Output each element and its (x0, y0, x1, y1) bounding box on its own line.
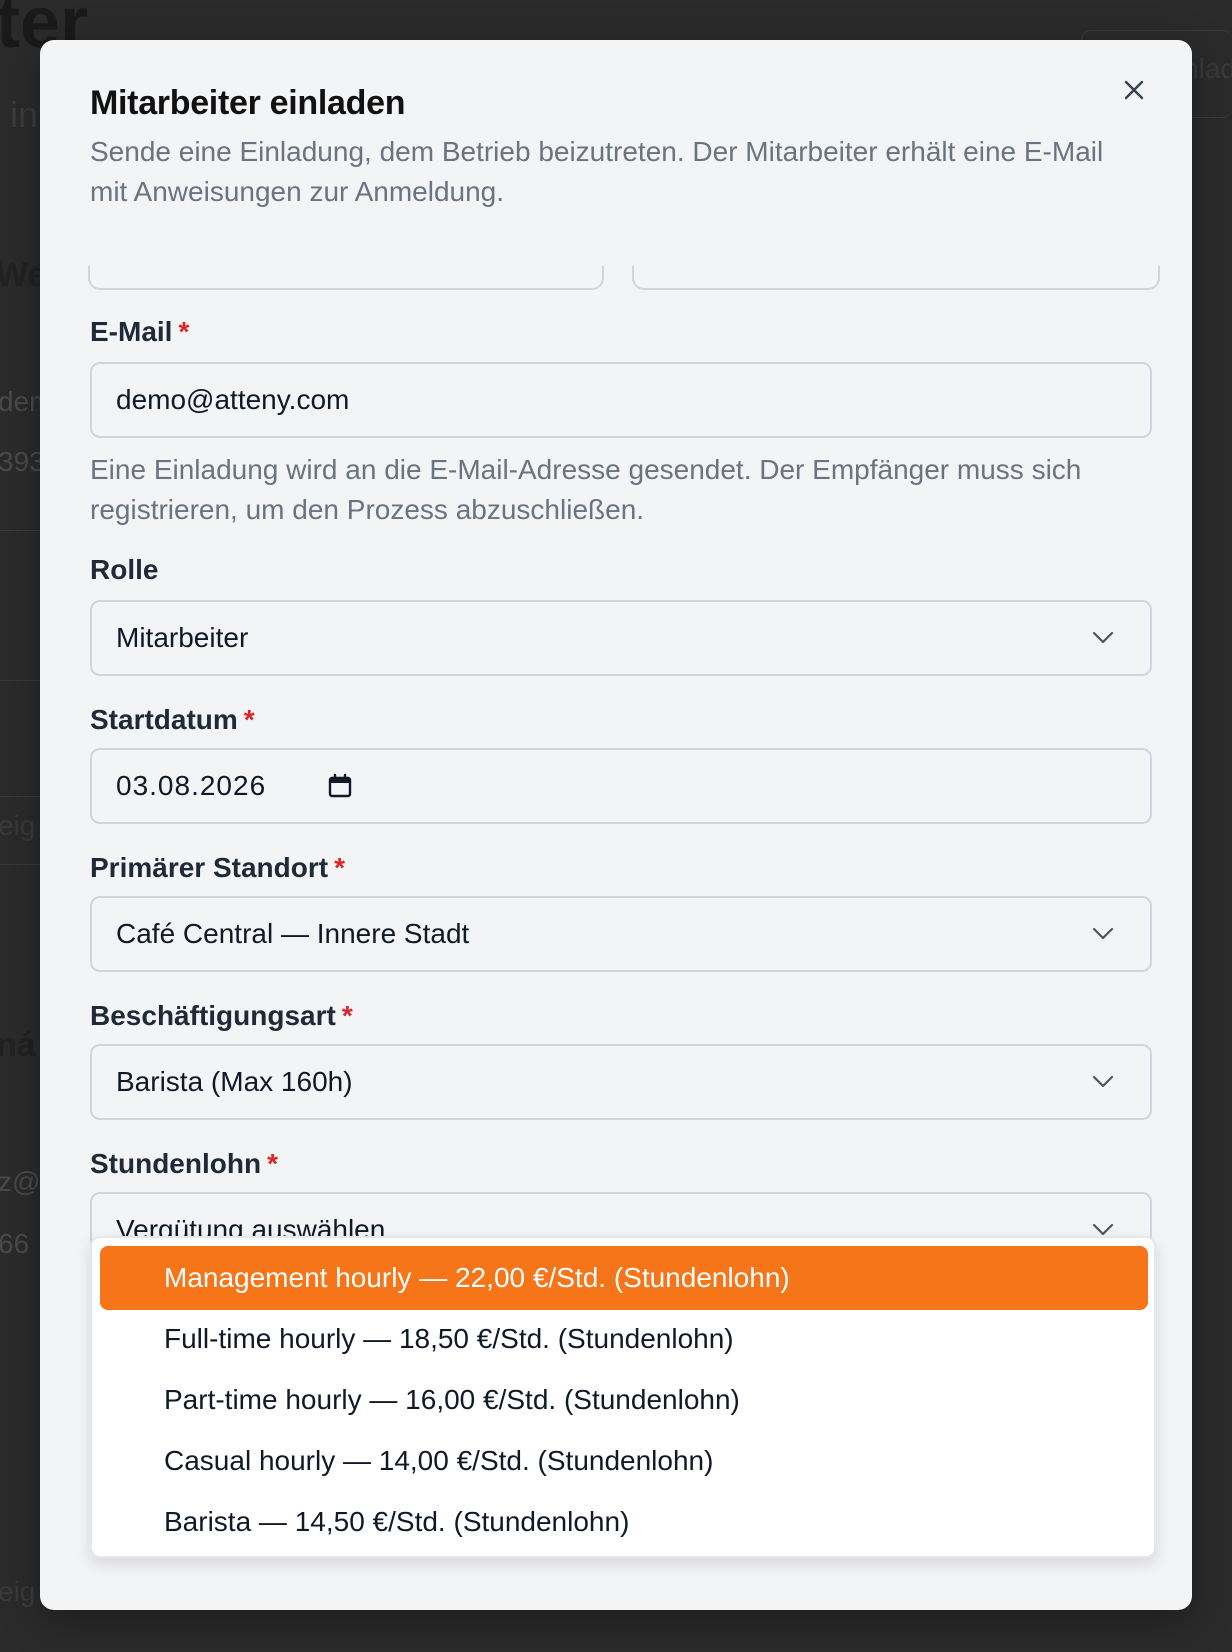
clipped-field-bottom (632, 266, 1160, 290)
bg-subtitle-fragment: in (10, 94, 39, 135)
bg-divider (0, 796, 40, 797)
wage-label: Stundenlohn * (90, 1148, 278, 1180)
wage-label-text: Stundenlohn (90, 1148, 262, 1179)
role-label: Rolle (90, 554, 158, 586)
start-date-value: 03.08.2026 (116, 770, 267, 801)
required-mark: * (267, 1148, 278, 1179)
bg-divider (0, 680, 40, 681)
chevron-down-icon (1092, 927, 1114, 940)
role-select[interactable]: Mitarbeiter (90, 600, 1152, 676)
employment-type-label: Beschäftigungsart * (90, 1000, 353, 1032)
bg-text-fragment: z@ (0, 1166, 41, 1197)
bg-text-fragment: 393 (0, 446, 45, 477)
email-value: demo@atteny.com (116, 384, 350, 415)
chevron-down-icon (1092, 1223, 1114, 1236)
bg-button-fragment: eig (0, 810, 36, 841)
clipped-field-bottom (88, 266, 604, 290)
start-date-label: Startdatum * (90, 704, 255, 736)
bg-divider (0, 864, 40, 865)
bg-text-fragment: 66 (0, 1228, 30, 1259)
start-date-label-text: Startdatum (90, 704, 238, 735)
bg-button-fragment: eig (0, 1576, 36, 1607)
wage-option-full-time[interactable]: Full-time hourly — 18,50 €/Std. (Stunden… (100, 1307, 1148, 1371)
chevron-down-icon (1092, 631, 1114, 644)
required-mark: * (334, 852, 345, 883)
role-label-text: Rolle (90, 554, 159, 585)
wage-option-part-time[interactable]: Part-time hourly — 16,00 €/Std. (Stunden… (100, 1368, 1148, 1432)
email-label: E-Mail * (90, 316, 189, 348)
employment-type-select[interactable]: Barista (Max 160h) (90, 1044, 1152, 1120)
role-value: Mitarbeiter (116, 622, 249, 653)
email-label-text: E-Mail (90, 316, 173, 347)
bg-section-fragment: ná (0, 1026, 36, 1064)
employment-type-value: Barista (Max 160h) (116, 1066, 353, 1097)
bg-divider (0, 530, 40, 531)
wage-options-list: Management hourly — 22,00 €/Std. (Stunde… (90, 1236, 1156, 1558)
location-value: Café Central — Innere Stadt (116, 918, 470, 949)
employment-type-label-text: Beschäftigungsart (90, 1000, 336, 1031)
wage-option-barista[interactable]: Barista — 14,50 €/Std. (Stundenlohn) (100, 1490, 1148, 1554)
required-mark: * (178, 316, 190, 347)
email-field[interactable]: demo@atteny.com (90, 362, 1152, 438)
start-date-input[interactable]: 03.08.2026 (90, 748, 1152, 824)
wage-option-casual[interactable]: Casual hourly — 14,00 €/Std. (Stundenloh… (100, 1429, 1148, 1493)
close-button[interactable] (1114, 70, 1154, 110)
dialog-title: Mitarbeiter einladen (90, 84, 406, 122)
dialog-description: Sende eine Einladung, dem Betrieb beizut… (90, 136, 1104, 207)
wage-option-management[interactable]: Management hourly — 22,00 €/Std. (Stunde… (100, 1246, 1148, 1310)
required-mark: * (341, 1000, 353, 1031)
close-icon (1124, 80, 1144, 100)
location-label: Primärer Standort * (90, 852, 345, 884)
calendar-icon[interactable] (328, 773, 352, 799)
chevron-down-icon (1092, 1075, 1114, 1088)
location-select[interactable]: Café Central — Innere Stadt (90, 896, 1152, 972)
email-hint: Eine Einladung wird an die E-Mail-Adress… (90, 454, 1082, 525)
required-mark: * (243, 704, 255, 735)
location-label-text: Primärer Standort (90, 852, 329, 883)
